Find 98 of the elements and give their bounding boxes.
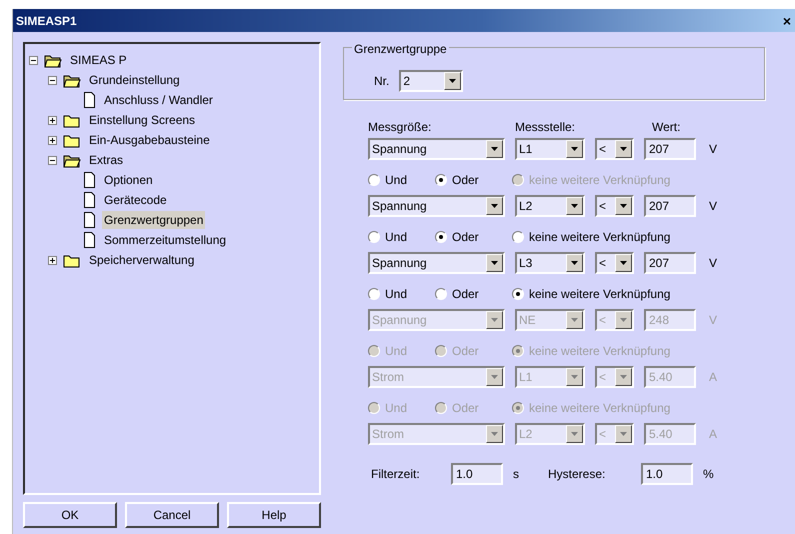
- column-header: Wert:: [651, 119, 682, 136]
- expand-icon[interactable]: [48, 116, 57, 124]
- caret-icon: [449, 78, 456, 82]
- tree-item[interactable]: Einstellung Screens: [87, 111, 198, 129]
- column-header: Messgröße:: [368, 119, 432, 136]
- value-field[interactable]: 1.0: [641, 463, 693, 485]
- radio-label: Und: [385, 286, 408, 303]
- caret-icon: [571, 147, 578, 151]
- caret-icon: [620, 261, 627, 265]
- group-dropdown[interactable]: 2: [399, 70, 464, 92]
- radio-label: Oder: [452, 286, 479, 303]
- expand-icon[interactable]: [48, 256, 57, 264]
- caret-icon: [491, 261, 498, 265]
- value-field[interactable]: 207: [644, 195, 696, 217]
- tree-item[interactable]: Extras: [87, 151, 126, 169]
- radio-label: keine weitere Verknüpfung: [529, 229, 670, 246]
- caret-icon: [620, 204, 627, 208]
- radio-button[interactable]: [512, 288, 524, 300]
- measure-dropdown[interactable]: Spannung: [368, 138, 505, 160]
- field-label: Nr.: [374, 72, 390, 90]
- collapse-icon[interactable]: [29, 56, 38, 64]
- measure-dropdown[interactable]: Spannung: [368, 195, 505, 217]
- caret-icon: [571, 204, 578, 208]
- tree-item[interactable]: Optionen: [102, 171, 155, 189]
- unit-label: A: [709, 369, 718, 386]
- radio-label: keine weitere Verknüpfung: [529, 400, 670, 417]
- value-field[interactable]: 207: [644, 138, 696, 160]
- operator-dropdown[interactable]: <: [595, 138, 634, 160]
- radio-button[interactable]: [368, 288, 380, 300]
- tree-item[interactable]: Grundeinstellung: [87, 71, 182, 89]
- caret-icon: [491, 204, 498, 208]
- caret-icon: [620, 318, 627, 322]
- point-dropdown[interactable]: L1: [515, 138, 585, 160]
- radio-label: Oder: [452, 343, 479, 360]
- caret-icon: [491, 432, 498, 436]
- unit-label: s: [512, 466, 520, 483]
- caret-icon: [491, 318, 498, 322]
- document-icon: [82, 212, 96, 228]
- unit-label: V: [709, 141, 718, 158]
- document-icon: [82, 92, 96, 108]
- radio-button[interactable]: [435, 288, 447, 300]
- radio-button[interactable]: [368, 231, 380, 243]
- document-icon: [82, 232, 96, 248]
- unit-label: A: [709, 426, 718, 443]
- caret-icon: [491, 147, 498, 151]
- tree-item[interactable]: Sommerzeitumstellung: [102, 231, 228, 249]
- radio-button[interactable]: [435, 231, 447, 243]
- value-field[interactable]: 207: [644, 252, 696, 274]
- tree-item[interactable]: Gerätecode: [102, 191, 169, 209]
- radio-label: keine weitere Verknüpfung: [529, 172, 670, 189]
- radio-label: Und: [385, 343, 408, 360]
- tree-item[interactable]: Speicherverwaltung: [87, 251, 196, 269]
- operator-dropdown[interactable]: <: [595, 195, 634, 217]
- radio-label: Oder: [452, 400, 479, 417]
- unit-label: V: [709, 255, 718, 272]
- radio-label: Und: [385, 229, 408, 246]
- radio-label: Oder: [452, 229, 479, 246]
- caret-icon: [620, 375, 627, 379]
- unit-label: %: [702, 466, 715, 483]
- caret-icon: [620, 147, 627, 151]
- unit-label: V: [709, 312, 718, 329]
- document-icon: [82, 172, 96, 188]
- tree-item[interactable]: Ein-Ausgabebausteine: [87, 131, 212, 149]
- dialog-button[interactable]: Help: [227, 502, 321, 528]
- radio-label: Und: [385, 172, 408, 189]
- measure-dropdown[interactable]: Spannung: [368, 252, 505, 274]
- radio-button[interactable]: [368, 174, 380, 186]
- caret-icon: [571, 261, 578, 265]
- unit-label: V: [709, 198, 718, 215]
- document-icon: [82, 192, 96, 208]
- dialog-button[interactable]: Cancel: [125, 502, 219, 528]
- point-dropdown[interactable]: L3: [515, 252, 585, 274]
- window-title: SIMEASP1: [16, 12, 77, 30]
- radio-button[interactable]: [435, 174, 447, 186]
- radio-label: Und: [385, 400, 408, 417]
- dialog-button[interactable]: OK: [23, 502, 117, 528]
- tree-item[interactable]: Anschluss / Wandler: [102, 91, 215, 109]
- operator-dropdown[interactable]: <: [595, 252, 634, 274]
- close-button[interactable]: ×: [782, 14, 791, 28]
- field-label: Hysterese:: [548, 466, 606, 483]
- caret-icon: [620, 432, 627, 436]
- column-header: Messstelle:: [515, 119, 576, 136]
- caret-icon: [571, 432, 578, 436]
- tree-item[interactable]: Grenzwertgruppen: [102, 211, 206, 229]
- radio-label: keine weitere Verknüpfung: [529, 343, 670, 360]
- collapse-icon[interactable]: [48, 76, 57, 84]
- collapse-icon[interactable]: [48, 156, 57, 164]
- radio-label: Oder: [452, 172, 479, 189]
- tree-item[interactable]: SIMEAS P: [68, 51, 129, 69]
- expand-icon[interactable]: [48, 136, 57, 144]
- radio-label: keine weitere Verknüpfung: [529, 286, 670, 303]
- caret-icon: [571, 318, 578, 322]
- radio-button[interactable]: [512, 231, 524, 243]
- field-label: Filterzeit:: [371, 466, 421, 483]
- caret-icon: [571, 375, 578, 379]
- point-dropdown[interactable]: L2: [515, 195, 585, 217]
- value-field[interactable]: 1.0: [451, 463, 503, 485]
- caret-icon: [491, 375, 498, 379]
